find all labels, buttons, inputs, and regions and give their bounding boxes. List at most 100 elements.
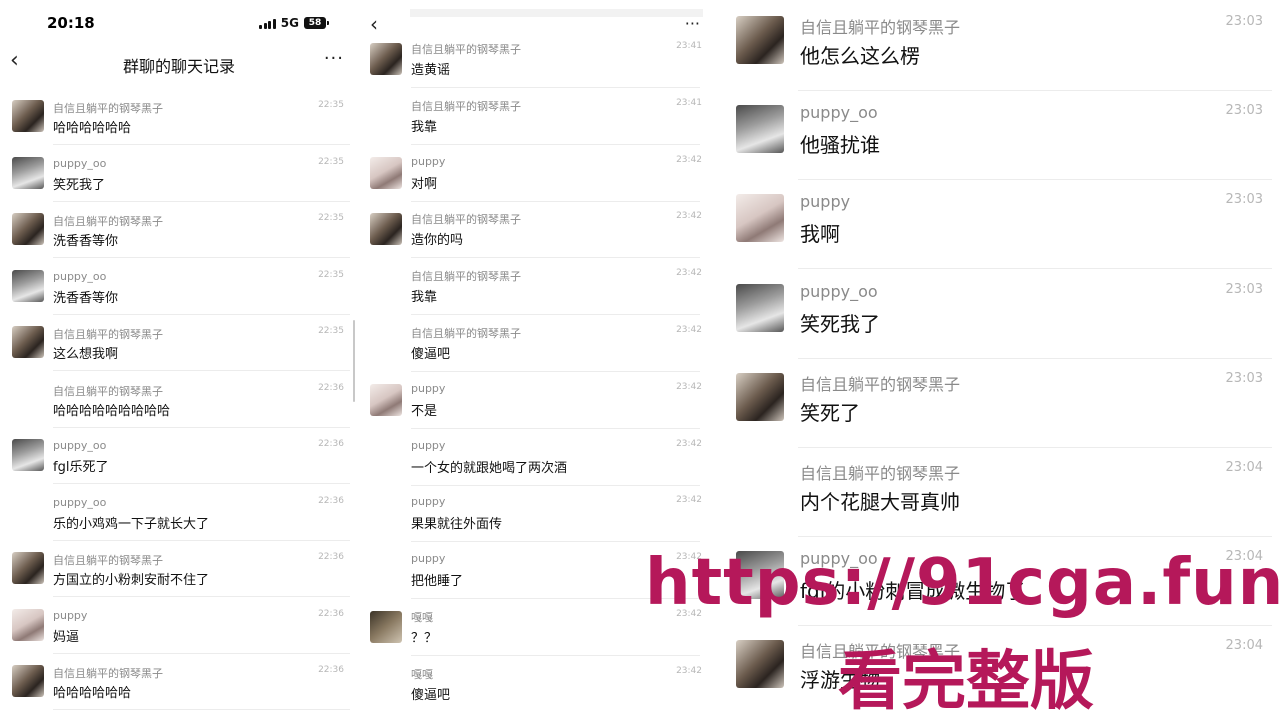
message-row: 自信且躺平的钢琴黑子 内个花腿大哥真帅 23:04	[716, 456, 1280, 545]
message-text: 把他睡了	[411, 574, 464, 589]
message-time: 22:36	[318, 439, 344, 449]
message-row: 自信且躺平的钢琴黑子 造黄谣 23:41	[358, 39, 708, 96]
status-time: 20:18	[47, 14, 95, 32]
message-time: 23:42	[676, 155, 702, 165]
divider	[798, 447, 1272, 448]
avatar[interactable]	[370, 43, 402, 75]
avatar[interactable]	[12, 157, 44, 189]
message-text: 他骚扰谁	[800, 133, 880, 157]
divider	[53, 653, 350, 654]
message-row: 自信且躺平的钢琴黑子 洗香香等你 22:35	[0, 209, 358, 266]
avatar[interactable]	[12, 439, 44, 471]
message-text: 哈哈哈哈哈哈哈哈哈	[53, 404, 171, 419]
avatar[interactable]	[12, 100, 44, 132]
avatar[interactable]	[736, 194, 784, 242]
more-dots-icon[interactable]: ···	[685, 14, 700, 33]
avatar[interactable]	[370, 157, 402, 189]
sender-name: puppy	[411, 439, 446, 452]
message-text: ？？	[411, 631, 438, 646]
sender-name: puppy_oo	[800, 103, 878, 122]
message-text: 方国立的小粉刺安耐不住了	[53, 573, 210, 588]
message-text: 我靠	[411, 120, 438, 135]
sender-name: puppy	[411, 495, 446, 508]
avatar[interactable]	[12, 665, 44, 697]
message-row: puppy 对啊 23:42	[358, 153, 708, 210]
message-row: puppy_oo 洗香香等你 22:35	[0, 266, 358, 323]
message-text: 造你的吗	[411, 233, 464, 248]
message-time: 23:42	[676, 211, 702, 221]
message-text: 这么想我啊	[53, 347, 119, 362]
more-dots-icon[interactable]: ···	[324, 48, 344, 69]
message-time: 23:03	[1225, 282, 1263, 297]
sender-name: puppy	[411, 155, 446, 168]
chevron-left-icon[interactable]: ‹	[370, 14, 378, 34]
message-row: 自信且躺平的钢琴黑子 我靠 23:42	[358, 266, 708, 323]
nav-bar: ‹ 群聊的聊天记录 ···	[0, 44, 358, 84]
sender-name: 自信且躺平的钢琴黑子	[411, 270, 521, 283]
message-text: 傻逼吧	[411, 347, 451, 362]
message-text: 乐的小鸡鸡一下子就长大了	[53, 517, 210, 532]
message-row: 自信且躺平的钢琴黑子 哈哈哈哈哈哈 22:35	[0, 96, 358, 153]
sender-name: 自信且躺平的钢琴黑子	[411, 327, 521, 340]
message-row: 自信且躺平的钢琴黑子 哈哈哈哈哈哈哈哈哈 22:36	[0, 379, 358, 436]
divider	[411, 485, 700, 486]
message-row: 自信且躺平的钢琴黑子 傻逼吧 23:42	[358, 323, 708, 380]
message-row: puppy 妈逼 22:36	[0, 605, 358, 662]
message-row: 自信且躺平的钢琴黑子 我靠 23:41	[358, 96, 708, 153]
message-text: 妈逼	[53, 630, 80, 645]
divider	[411, 144, 700, 145]
message-row: 自信且躺平的钢琴黑子 这么想我啊 22:35	[0, 322, 358, 379]
message-time: 22:35	[318, 213, 344, 223]
avatar[interactable]	[12, 326, 44, 358]
sender-name: puppy_oo	[53, 270, 107, 283]
message-text: 造黄谣	[411, 63, 451, 78]
divider	[411, 371, 700, 372]
divider	[53, 257, 350, 258]
message-row: puppy 果果就往外面传 23:42	[358, 493, 708, 550]
message-time: 23:42	[676, 268, 702, 278]
message-time: 23:03	[1225, 103, 1263, 118]
scrollbar[interactable]	[353, 320, 355, 402]
message-row: 自信且躺平的钢琴黑子 笑死了 23:03	[716, 367, 1280, 456]
message-time: 23:42	[676, 325, 702, 335]
avatar[interactable]	[370, 384, 402, 416]
divider	[798, 536, 1272, 537]
message-row: 自信且躺平的钢琴黑子 哈哈哈哈哈哈 22:36	[0, 661, 358, 712]
page-title: 群聊的聊天记录	[122, 57, 235, 76]
battery-icon: 58	[304, 17, 329, 29]
sender-name: 自信且躺平的钢琴黑子	[53, 102, 163, 115]
message-time: 23:42	[676, 382, 702, 392]
message-row: puppy 不是 23:42	[358, 380, 708, 437]
message-row: 自信且躺平的钢琴黑子 方国立的小粉刺安耐不住了 22:36	[0, 548, 358, 605]
avatar[interactable]	[370, 611, 402, 643]
avatar[interactable]	[736, 16, 784, 64]
sender-name: 自信且躺平的钢琴黑子	[411, 43, 521, 56]
avatar[interactable]	[12, 213, 44, 245]
message-time: 23:03	[1225, 14, 1263, 29]
message-text: 对啊	[411, 177, 438, 192]
message-time: 22:36	[318, 665, 344, 675]
avatar[interactable]	[736, 105, 784, 153]
divider	[798, 90, 1272, 91]
avatar[interactable]	[12, 270, 44, 302]
top-strip	[410, 9, 703, 17]
avatar[interactable]	[736, 373, 784, 421]
sender-name: 自信且躺平的钢琴黑子	[53, 667, 163, 680]
message-text: 不是	[411, 404, 438, 419]
avatar[interactable]	[12, 552, 44, 584]
sender-name: 嘎嘎	[411, 611, 433, 624]
message-text: 一个女的就跟她喝了两次酒	[411, 461, 568, 476]
avatar[interactable]	[736, 284, 784, 332]
message-text: 我靠	[411, 290, 438, 305]
divider	[53, 314, 350, 315]
avatar[interactable]	[12, 609, 44, 641]
message-time: 23:03	[1225, 371, 1263, 386]
message-time: 22:35	[318, 100, 344, 110]
message-time: 23:04	[1225, 638, 1263, 653]
message-text: 笑死我了	[53, 178, 106, 193]
avatar[interactable]	[370, 213, 402, 245]
watermark-caption: 看完整版	[838, 645, 1094, 712]
message-text: fgl乐死了	[53, 460, 109, 475]
avatar[interactable]	[736, 640, 784, 688]
message-time: 23:41	[676, 41, 702, 51]
